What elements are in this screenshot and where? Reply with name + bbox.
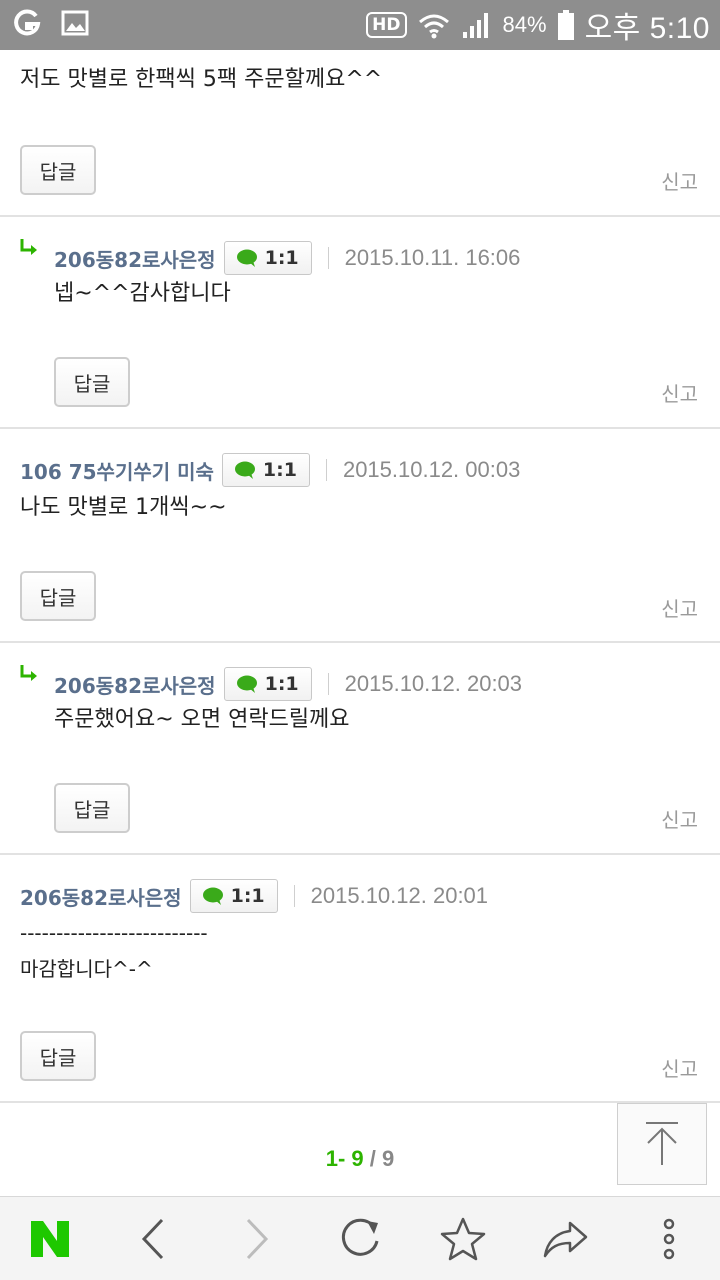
more-button[interactable] bbox=[629, 1197, 709, 1280]
one-to-one-chat-button[interactable]: 1:1 bbox=[223, 667, 312, 701]
comment-date: 2015.10.12. 20:01 bbox=[310, 883, 489, 908]
pagination-total: / 9 bbox=[369, 1146, 395, 1171]
more-icon bbox=[663, 1218, 675, 1260]
comment-author[interactable]: 206동82로사은정 bbox=[54, 244, 216, 273]
one-to-one-chat-button[interactable]: 1:1 bbox=[223, 241, 312, 275]
chat-label: 1:1 bbox=[264, 247, 299, 269]
bookmark-star-icon bbox=[440, 1217, 486, 1261]
divider bbox=[293, 885, 295, 907]
comment-body: 나도 맛별로 1개씩~~ bbox=[20, 495, 227, 520]
signal-icon bbox=[462, 13, 488, 38]
reply-button[interactable]: 답글 bbox=[20, 571, 96, 621]
comment-item: 206동82로사은정 1:1 2015.10.12. 20:03 주문했어요~ … bbox=[0, 643, 720, 855]
reply-button[interactable]: 답글 bbox=[20, 145, 96, 195]
report-link[interactable]: 신고 bbox=[661, 1053, 698, 1082]
back-button[interactable] bbox=[113, 1197, 193, 1280]
gallery-icon bbox=[61, 10, 89, 36]
chat-bubble-icon bbox=[234, 461, 255, 479]
battery-percent: 84% bbox=[502, 12, 547, 37]
comment-item: 106 75쑤기쑤기 미숙 1:1 2015.10.12. 00:03 나도 맛… bbox=[0, 429, 720, 643]
divider bbox=[327, 673, 329, 695]
browser-toolbar bbox=[0, 1196, 720, 1280]
naver-home-button[interactable] bbox=[10, 1197, 90, 1280]
naver-home-icon bbox=[31, 1221, 69, 1257]
comment-author[interactable]: 106 75쑤기쑤기 미숙 bbox=[20, 456, 214, 485]
comment-body: -------------------------- 마감합니다^-^ bbox=[20, 921, 208, 981]
reply-button[interactable]: 답글 bbox=[54, 783, 130, 833]
status-bar: HD 84% 오후 5:10 bbox=[0, 0, 720, 50]
one-to-one-chat-button[interactable]: 1:1 bbox=[189, 879, 278, 913]
comment-date: 2015.10.12. 20:03 bbox=[344, 671, 523, 696]
chat-label: 1:1 bbox=[262, 459, 297, 481]
comment-body: 넵~^^감사합니다 bbox=[54, 281, 231, 306]
scroll-top-button[interactable] bbox=[617, 1103, 707, 1185]
back-icon bbox=[141, 1218, 164, 1260]
divider bbox=[327, 247, 329, 269]
comment-item: 206동82로사은정 1:1 2015.10.12. 20:01 -------… bbox=[0, 855, 720, 1103]
comment-item: 저도 맛별로 한팩씩 5팩 주문할께요^^ 답글 신고 bbox=[0, 50, 720, 217]
chat-bubble-icon bbox=[236, 675, 257, 693]
chat-label: 1:1 bbox=[230, 885, 265, 907]
refresh-button[interactable] bbox=[320, 1197, 400, 1280]
comment-author[interactable]: 206동82로사은정 bbox=[54, 670, 216, 699]
forward-button[interactable] bbox=[217, 1197, 297, 1280]
forward-icon bbox=[246, 1218, 269, 1260]
wifi-icon bbox=[418, 14, 449, 39]
comment-date: 2015.10.12. 00:03 bbox=[342, 457, 521, 482]
report-link[interactable]: 신고 bbox=[661, 378, 698, 407]
share-icon bbox=[543, 1221, 588, 1258]
refresh-icon bbox=[341, 1218, 379, 1256]
battery-icon bbox=[557, 10, 574, 40]
comment-body: 저도 맛별로 한팩씩 5팩 주문할께요^^ bbox=[20, 67, 383, 92]
bookmark-button[interactable] bbox=[423, 1197, 503, 1280]
report-link[interactable]: 신고 bbox=[661, 166, 698, 195]
pagination-current: 1- 9 bbox=[325, 1146, 364, 1171]
arrow-up-icon bbox=[646, 1122, 678, 1165]
pagination: 1- 9 / 9 bbox=[0, 1146, 720, 1172]
comment-item: 206동82로사은정 1:1 2015.10.11. 16:06 넵~^^감사합… bbox=[0, 217, 720, 429]
share-button[interactable] bbox=[526, 1197, 606, 1280]
comment-date: 2015.10.11. 16:06 bbox=[344, 245, 521, 270]
comment-author[interactable]: 206동82로사은정 bbox=[20, 882, 182, 911]
hd-icon: HD bbox=[366, 12, 407, 38]
reply-button[interactable]: 답글 bbox=[54, 357, 130, 407]
reply-indent-icon bbox=[20, 239, 37, 255]
reply-button[interactable]: 답글 bbox=[20, 1031, 96, 1081]
report-link[interactable]: 신고 bbox=[661, 804, 698, 833]
report-link[interactable]: 신고 bbox=[661, 593, 698, 622]
clock: 오후 5:10 bbox=[584, 12, 710, 45]
chat-label: 1:1 bbox=[264, 673, 299, 695]
reply-indent-icon bbox=[20, 665, 37, 681]
chat-bubble-icon bbox=[236, 249, 257, 267]
one-to-one-chat-button[interactable]: 1:1 bbox=[221, 453, 310, 487]
divider bbox=[325, 459, 327, 481]
chat-bubble-icon bbox=[202, 887, 223, 905]
carrier-icon bbox=[14, 9, 41, 36]
comment-body: 주문했어요~ 오면 연락드릴께요 bbox=[54, 707, 350, 732]
